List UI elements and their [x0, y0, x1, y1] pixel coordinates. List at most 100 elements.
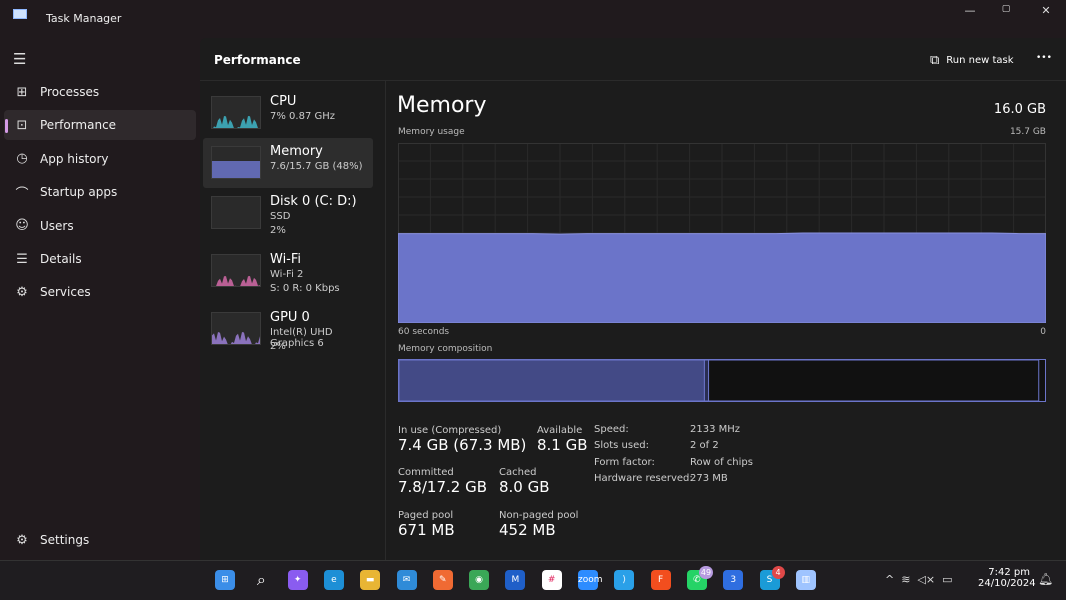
- device-line1: 7% 0.87 GHz: [270, 111, 336, 122]
- more-options-button[interactable]: •••: [1036, 53, 1052, 63]
- spec-value: 273 MB: [690, 472, 728, 484]
- taskbar-edge-icon[interactable]: e: [323, 570, 344, 590]
- divider: [385, 81, 386, 560]
- spec-label: Slots used:: [594, 440, 649, 452]
- device-line2: 2%: [270, 225, 286, 236]
- divider: [200, 80, 1066, 81]
- maximize-button[interactable]: ▢: [986, 4, 1026, 22]
- sidebar-item-label: App history: [40, 151, 109, 166]
- startup-icon: ⌒: [15, 186, 29, 202]
- hamburger-menu-icon[interactable]: ☰: [13, 50, 26, 68]
- in-use-segment: [398, 359, 705, 402]
- device-name: Memory: [270, 144, 323, 159]
- device-thumbnail-graph: [211, 146, 261, 179]
- users-icon: ☺: [15, 218, 29, 234]
- spec-label: Hardware reserved:: [594, 472, 693, 484]
- device-disk[interactable]: Disk 0 (C: D:) SSD 2%: [203, 188, 373, 238]
- stat-in: In use (Compressed) 7.4 GB (67.3 MB): [398, 425, 527, 454]
- sidebar-item-label: Users: [40, 218, 74, 233]
- device-line2: S: 0 R: 0 Kbps: [270, 283, 340, 294]
- x-axis-left-label: 60 seconds: [398, 327, 450, 337]
- processes-icon: ⊞: [16, 84, 28, 100]
- date: 24/10/2024: [978, 578, 1036, 589]
- taskbar-figma-icon[interactable]: F: [650, 570, 671, 590]
- minimize-button[interactable]: —: [950, 4, 990, 22]
- memory-usage-label: Memory usage: [398, 127, 465, 137]
- device-thumbnail-graph: [211, 196, 261, 229]
- taskbar-mail-icon[interactable]: ✉: [396, 570, 417, 590]
- stat-cached: Cached 8.0 GB: [499, 467, 550, 496]
- notification-icon[interactable]: 🔔︎: [1038, 572, 1053, 586]
- taskbar-start-icon[interactable]: ⊞: [215, 570, 235, 590]
- spec-label: Form factor:: [594, 456, 655, 468]
- window-title: Task Manager: [46, 12, 122, 25]
- task-manager-icon: [13, 9, 27, 19]
- memory-total: 16.0 GB: [993, 102, 1046, 117]
- run-new-task-button[interactable]: ⧉ Run new task: [930, 50, 1014, 70]
- taskbar-vscode-icon[interactable]: ⟩: [614, 570, 635, 590]
- device-gpu[interactable]: GPU 0 Intel(R) UHD Graphics 6 2%: [203, 304, 373, 354]
- device-name: CPU: [270, 94, 297, 109]
- taskbar-app-3-icon[interactable]: 3: [723, 570, 744, 590]
- sidebar-item-processes[interactable]: ⊞ Processes: [4, 77, 196, 107]
- sidebar-item-performance[interactable]: ⊡ Performance: [4, 110, 196, 141]
- device-memory[interactable]: Memory 7.6/15.7 GB (48%): [203, 138, 373, 188]
- performance-icon: ⊡: [16, 117, 28, 133]
- close-button[interactable]: ✕: [1026, 4, 1066, 22]
- device-line1: Wi-Fi 2: [270, 269, 304, 280]
- device-name: GPU 0: [270, 310, 310, 325]
- taskbar-chrome-icon[interactable]: ◉: [469, 570, 490, 590]
- taskbar-zoom-icon[interactable]: zoom: [578, 570, 603, 590]
- sidebar-item-users[interactable]: ☺ Users: [4, 211, 196, 241]
- taskbar-postman-icon[interactable]: ✎: [432, 570, 453, 590]
- memory-usage-graph: [398, 143, 1046, 323]
- title-bar: Task Manager — ▢ ✕: [0, 0, 1066, 38]
- taskbar-search-icon[interactable]: ⌕: [251, 570, 271, 590]
- sidebar-item-app-history[interactable]: ◷ App history: [4, 144, 196, 174]
- device-thumbnail-graph: [211, 254, 261, 287]
- device-line1: SSD: [270, 211, 291, 222]
- x-axis-right-label: 0: [1040, 327, 1046, 337]
- memory-composition-bar: [398, 359, 1046, 402]
- sidebar-item-label: Settings: [40, 533, 90, 547]
- taskbar-coinmarketcap-icon[interactable]: M: [505, 570, 526, 590]
- taskbar-copilot-icon[interactable]: ✦: [287, 570, 308, 590]
- stat-non-paged: Non-paged pool 452 MB: [499, 510, 579, 539]
- device-cpu[interactable]: CPU 7% 0.87 GHz: [203, 88, 373, 138]
- sidebar-item-details[interactable]: ☰ Details: [4, 244, 196, 274]
- time: 7:42 pm: [988, 567, 1030, 578]
- system-tray[interactable]: ^ ≋ ◁× ▭: [885, 573, 952, 586]
- taskbar-slack-icon[interactable]: #: [541, 570, 562, 590]
- sidebar-item-label: Processes: [40, 85, 100, 99]
- device-thumbnail-graph: [211, 312, 261, 345]
- device-name: Disk 0 (C: D:): [270, 194, 357, 209]
- spec-value: 2 of 2: [690, 440, 719, 452]
- clock[interactable]: 7:42 pm 24/10/2024: [978, 567, 1036, 589]
- spec-label: Speed:: [594, 424, 629, 435]
- details-icon: ☰: [16, 251, 28, 267]
- stat-available: Available 8.1 GB: [537, 425, 588, 454]
- memory-usage-max: 15.7 GB: [1009, 127, 1046, 137]
- sidebar-item-label: Performance: [40, 118, 117, 133]
- active-indicator: [5, 119, 8, 133]
- run-new-task-label: Run new task: [946, 54, 1014, 66]
- notification-badge: 4: [771, 566, 785, 579]
- taskbar-task-manager-icon[interactable]: ▥: [795, 570, 816, 590]
- taskbar-file-explorer-icon[interactable]: ▬: [360, 570, 381, 590]
- history-icon: ◷: [16, 151, 28, 167]
- standby-segment: [708, 359, 1040, 402]
- device-name: Wi-Fi: [270, 252, 302, 267]
- device-line2: 2%: [270, 341, 286, 352]
- device-thumbnail-graph: [211, 96, 261, 129]
- sidebar-item-services[interactable]: ⚙ Services: [4, 277, 196, 307]
- page-title: Performance: [214, 53, 301, 67]
- device-wi-fi[interactable]: Wi-Fi Wi-Fi 2 S: 0 R: 0 Kbps: [203, 246, 373, 296]
- sidebar-item-settings[interactable]: ⚙ Settings: [4, 525, 196, 555]
- spec-value: 2133 MHz: [690, 424, 741, 435]
- run-task-icon: ⧉: [930, 52, 940, 68]
- stat-committed: Committed 7.8/17.2 GB: [398, 467, 487, 496]
- composition-label: Memory composition: [398, 344, 493, 354]
- sidebar-item-startup-apps[interactable]: ⌒ Startup apps: [4, 177, 196, 207]
- spec-value: Row of chips: [690, 456, 753, 468]
- sidebar-item-label: Services: [40, 285, 91, 300]
